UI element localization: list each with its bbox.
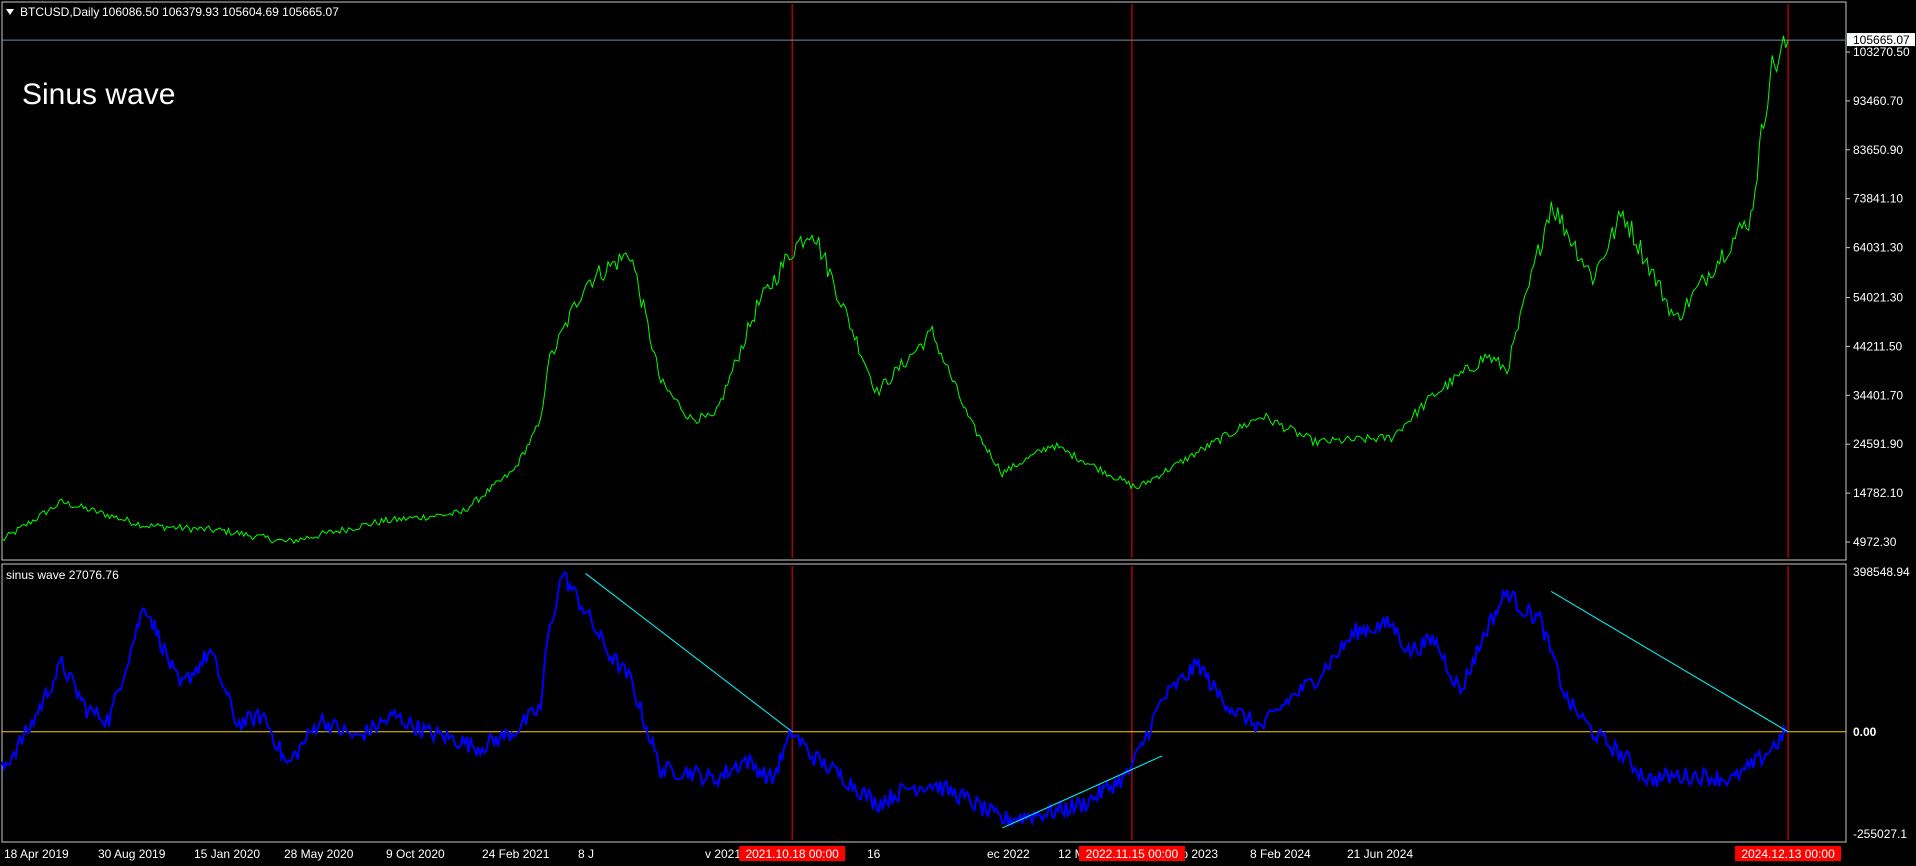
price-tick-label: 54021.30 [1853, 290, 1903, 304]
price-tick-label: 83650.90 [1853, 143, 1903, 157]
indicator-tick-label: 398548.94 [1853, 565, 1910, 579]
time-tick-label: 24 Feb 2021 [482, 847, 550, 861]
chart-background [0, 0, 1916, 866]
time-tick-label: 9 Oct 2020 [386, 847, 445, 861]
time-tick-label: 21 Jun 2024 [1347, 847, 1413, 861]
price-tick-label: 34401.70 [1853, 388, 1903, 402]
time-tick-label: 28 May 2020 [284, 847, 354, 861]
time-tick-label: 15 Jan 2020 [194, 847, 260, 861]
indicator-tick-label: -255027.1 [1853, 827, 1907, 841]
chart-symbol: BTCUSD,Daily [20, 5, 99, 19]
ohlc-values: 106086.50 106379.93 105604.69 105665.07 [102, 5, 339, 19]
date-marker-label: 2022.11.15 00:00 [1086, 847, 1179, 861]
current-price-label: 105665.07 [1853, 33, 1910, 47]
price-tick-label: 4972.30 [1853, 535, 1897, 549]
price-tick-label: 73841.10 [1853, 192, 1903, 206]
date-marker-label: 2024.12.13 00:00 [1741, 847, 1835, 861]
price-tick-label: 14782.10 [1853, 486, 1903, 500]
chart-annotation: Sinus wave [22, 78, 175, 111]
time-tick-label: 8 J [578, 847, 594, 861]
time-tick-label: v 2021 [705, 847, 741, 861]
price-tick-label: 93460.70 [1853, 94, 1903, 108]
price-tick-label: 44211.50 [1853, 339, 1902, 353]
time-tick-label: 30 Aug 2019 [98, 847, 166, 861]
time-tick-label: ec 2022 [987, 847, 1030, 861]
indicator-label: sinus wave 27076.76 [6, 568, 119, 582]
date-marker-label: 2021.10.18 00:00 [745, 847, 839, 861]
price-tick-label: 24591.90 [1853, 437, 1903, 451]
price-tick-label: 103270.50 [1853, 45, 1910, 59]
price-tick-label: 64031.30 [1853, 241, 1903, 255]
time-tick-label: 16 [867, 847, 881, 861]
time-tick-label: 18 Apr 2019 [4, 847, 69, 861]
time-tick-label: 8 Feb 2024 [1250, 847, 1311, 861]
trading-chart[interactable]: BTCUSD,Daily 106086.50 106379.93 105604.… [0, 0, 1916, 866]
indicator-tick-label: 0.00 [1853, 725, 1877, 739]
